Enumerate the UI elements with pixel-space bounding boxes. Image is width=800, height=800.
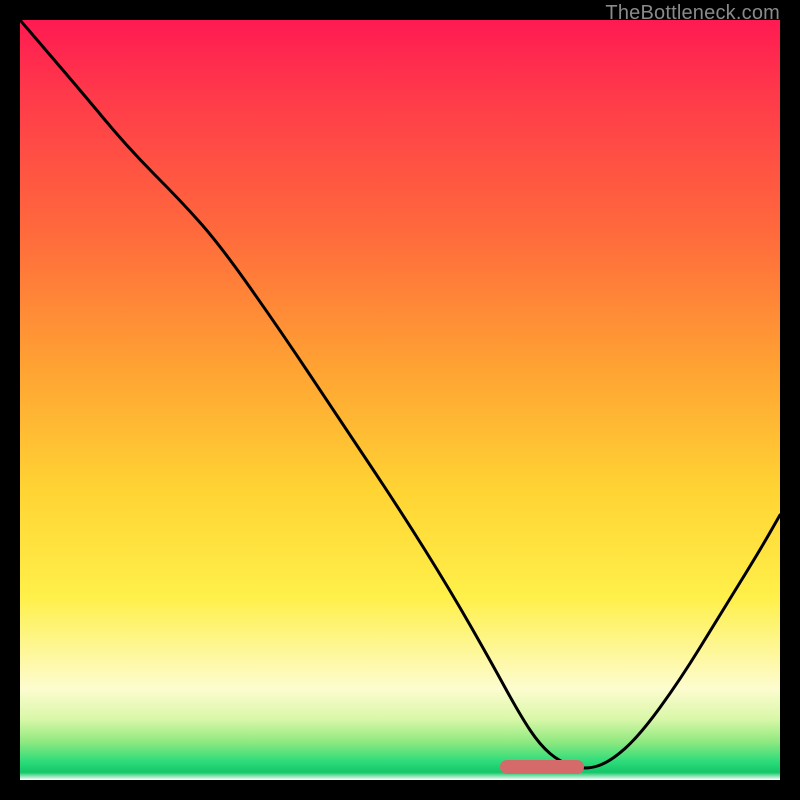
- plot-frame: TheBottleneck.com: [20, 20, 780, 780]
- curve-layer: [20, 20, 780, 780]
- optimum-pill: [500, 760, 584, 774]
- plot-area: [20, 20, 780, 780]
- bottleneck-curve: [20, 20, 780, 768]
